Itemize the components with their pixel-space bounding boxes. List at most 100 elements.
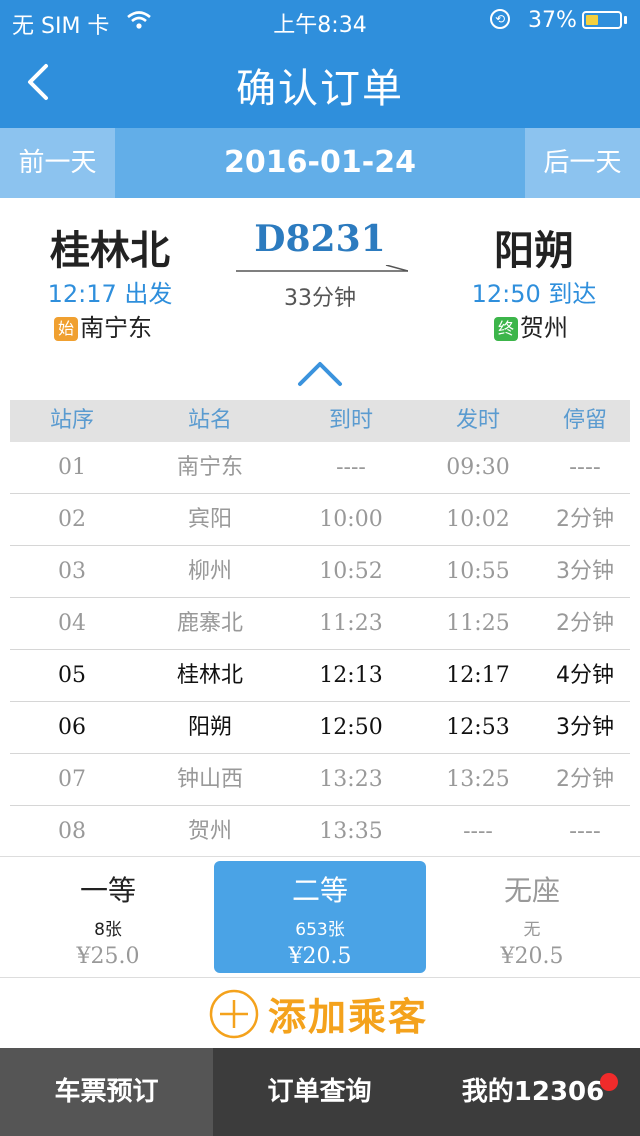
prev-day-button[interactable]: 前一天 xyxy=(0,128,115,198)
seat-no-seat[interactable]: 无座 无 ¥20.5 xyxy=(426,861,638,973)
table-row: 05 桂林北 12:13 12:17 4分钟 xyxy=(10,650,630,702)
battery-percent: 37% xyxy=(528,8,577,33)
cell-stay: 2分钟 xyxy=(556,611,614,636)
origin-tag: 始 xyxy=(54,317,78,341)
cell-station: 宾阳 xyxy=(187,507,232,532)
stops-table-header: 站序 站名 到时 发时 停留 xyxy=(10,400,630,442)
cell-seq: 08 xyxy=(58,819,86,844)
train-summary-card: 桂林北 12:17 出发 始南宁东 D8231 33分钟 阳朔 12:50 到达… xyxy=(0,198,640,350)
table-row: 07 钟山西 13:23 13:25 2分钟 xyxy=(10,754,630,806)
plus-circle-icon[interactable] xyxy=(208,988,260,1040)
seat-count: 无 xyxy=(523,920,541,940)
cell-stay: 3分钟 xyxy=(556,715,614,740)
cell-arrive: 10:00 xyxy=(319,507,383,532)
cell-stay: 2分钟 xyxy=(556,767,614,792)
cell-station: 贺州 xyxy=(187,819,232,844)
cell-seq: 06 xyxy=(58,715,86,740)
origin-station: 始南宁东 xyxy=(54,308,152,343)
cell-station: 柳州 xyxy=(187,559,232,584)
battery-level xyxy=(586,15,598,25)
cell-seq: 02 xyxy=(58,507,86,532)
cell-seq: 04 xyxy=(58,611,86,636)
cell-seq: 03 xyxy=(58,559,86,584)
arrival-time-value: 12:50 xyxy=(471,280,541,308)
cell-stay: 3分钟 xyxy=(556,559,614,584)
seat-class-selector: 一等 8张 ¥25.0 二等 653张 ¥20.5 无座 无 ¥20.5 xyxy=(0,856,640,978)
cell-depart: 12:53 xyxy=(446,715,510,740)
arrival-station: 阳朔 xyxy=(494,228,574,274)
departure-time: 12:17 出发 xyxy=(0,274,220,309)
terminal-station-name: 贺州 xyxy=(520,314,568,342)
tab-order-query[interactable]: 订单查询 xyxy=(213,1048,426,1136)
cell-station: 桂林北 xyxy=(176,663,243,688)
cell-depart: 09:30 xyxy=(446,455,510,480)
cell-arrive: 13:23 xyxy=(319,767,383,792)
cell-station: 鹿寨北 xyxy=(176,611,243,636)
cell-stay: 2分钟 xyxy=(556,507,614,532)
tab-my-12306[interactable]: 我的12306 xyxy=(426,1048,640,1136)
cell-depart: 11:25 xyxy=(446,611,510,636)
cell-depart: 10:02 xyxy=(446,507,510,532)
seat-name: 无座 xyxy=(503,874,560,907)
cell-arrive: 10:52 xyxy=(319,559,383,584)
page-title: 确认订单 xyxy=(236,66,404,112)
arrival-time: 12:50 到达 xyxy=(424,274,640,309)
next-day-button[interactable]: 后一天 xyxy=(525,128,640,198)
departure-station: 桂林北 xyxy=(50,228,170,274)
cell-arrive: ---- xyxy=(336,455,366,480)
rotation-lock-icon: ⟲ xyxy=(490,9,510,29)
cell-station: 阳朔 xyxy=(187,715,232,740)
chevron-up-icon[interactable] xyxy=(296,358,344,388)
battery-icon xyxy=(582,11,622,29)
header-seq: 站序 xyxy=(49,408,94,433)
cell-stay: ---- xyxy=(569,455,601,480)
header-depart: 发时 xyxy=(455,408,500,433)
seat-name: 二等 xyxy=(291,874,348,907)
train-arrow-icon xyxy=(236,265,408,272)
header-arrive: 到时 xyxy=(328,408,373,433)
tab-ticket-booking[interactable]: 车票预订 xyxy=(0,1048,213,1136)
cell-seq: 07 xyxy=(58,767,86,792)
seat-price: ¥20.5 xyxy=(288,944,352,969)
table-row: 06 阳朔 12:50 12:53 3分钟 xyxy=(10,702,630,754)
seat-price: ¥20.5 xyxy=(500,944,564,969)
departure-time-value: 12:17 xyxy=(47,280,117,308)
battery-tip xyxy=(624,16,627,24)
trip-duration: 33分钟 xyxy=(284,286,356,311)
table-row: 08 贺州 13:35 ---- ---- xyxy=(10,806,630,858)
cell-seq: 05 xyxy=(58,663,86,688)
table-row: 03 柳州 10:52 10:55 3分钟 xyxy=(10,546,630,598)
travel-date[interactable]: 2016-01-24 xyxy=(115,128,525,198)
add-passenger-label[interactable]: 添加乘客 xyxy=(268,986,428,1041)
seat-second-class[interactable]: 二等 653张 ¥20.5 xyxy=(214,861,426,973)
cell-depart: ---- xyxy=(463,819,493,844)
cell-arrive: 13:35 xyxy=(319,819,383,844)
departure-action: 出发 xyxy=(124,280,173,308)
origin-station-name: 南宁东 xyxy=(80,314,152,342)
tab-bar: 车票预订 订单查询 我的12306 xyxy=(0,1048,640,1136)
table-row: 04 鹿寨北 11:23 11:25 2分钟 xyxy=(10,598,630,650)
cell-station: 钟山西 xyxy=(176,767,243,792)
cell-stay: ---- xyxy=(569,819,601,844)
cell-arrive: 12:50 xyxy=(319,715,383,740)
table-row: 01 南宁东 ---- 09:30 ---- xyxy=(10,442,630,494)
cell-station: 南宁东 xyxy=(176,455,243,480)
notification-badge xyxy=(600,1073,618,1091)
arrival-action: 到达 xyxy=(548,280,597,308)
nav-header: 无 SIM 卡 上午8:34 ⟲ 37% 确认订单 xyxy=(0,0,640,128)
terminal-station: 终贺州 xyxy=(494,308,568,343)
cell-arrive: 12:13 xyxy=(319,663,383,688)
cell-depart: 12:17 xyxy=(446,663,510,688)
header-stay: 停留 xyxy=(562,408,607,433)
cell-depart: 10:55 xyxy=(446,559,510,584)
seat-count: 8张 xyxy=(94,920,122,940)
train-number: D8231 xyxy=(254,218,386,260)
cell-arrive: 11:23 xyxy=(319,611,383,636)
cell-seq: 01 xyxy=(58,455,86,480)
seat-price: ¥25.0 xyxy=(76,944,140,969)
header-station: 站名 xyxy=(187,408,232,433)
seat-name: 一等 xyxy=(79,874,136,907)
seat-first-class[interactable]: 一等 8张 ¥25.0 xyxy=(2,861,214,973)
cell-stay: 4分钟 xyxy=(556,663,614,688)
date-bar: 前一天 2016-01-24 后一天 xyxy=(0,128,640,198)
